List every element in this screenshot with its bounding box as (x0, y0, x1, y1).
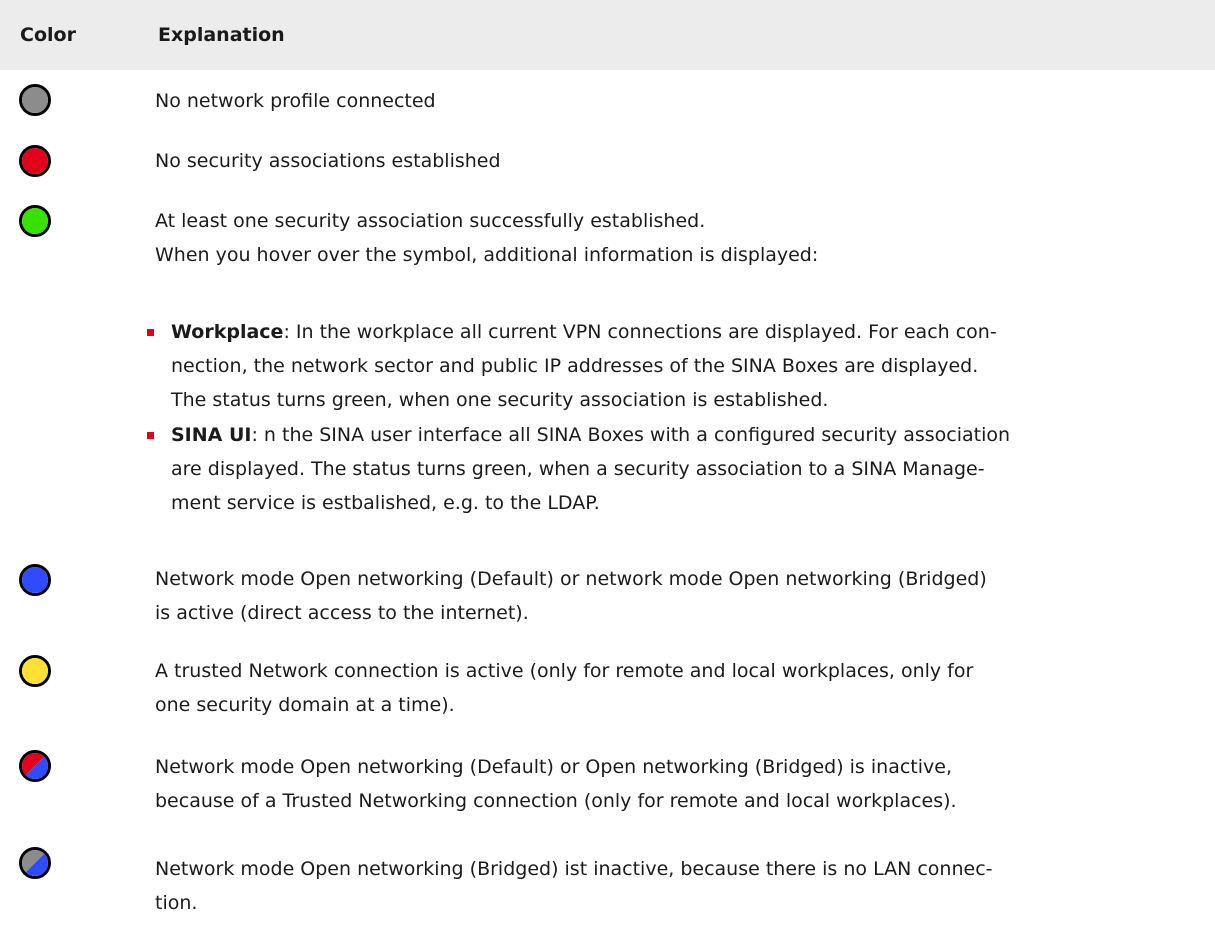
table-row-yellow: A trusted Network connection is active (… (0, 646, 1215, 742)
table-row-blue: Network mode Open networking (Default) o… (0, 554, 1215, 646)
swatch-fill (22, 658, 48, 684)
bullet-text: : In the workplace all current VPN conne… (283, 321, 997, 343)
gray-status-icon (19, 84, 51, 116)
bullet-text: : n the SINA user interface all SINA Box… (251, 424, 1011, 446)
swatch-fill (22, 148, 48, 174)
explanation-line: one security domain at a time). (155, 694, 455, 716)
row-explanation: Network mode Open networking (Default) o… (155, 750, 1195, 818)
swatch-fill (22, 208, 48, 234)
yellow-status-icon (19, 655, 51, 687)
explanation-line: is active (direct access to the internet… (155, 602, 529, 624)
gray-blue-status-icon (19, 847, 51, 879)
swatch-fill (22, 567, 48, 593)
bullet-term: Workplace (171, 321, 284, 343)
table-row-red: No security associations established (0, 130, 1215, 190)
explanation-line: No network profile connected (155, 90, 436, 112)
explanation-line: A trusted Network connection is active (… (155, 660, 974, 682)
bullet-square-icon (147, 432, 154, 439)
table-row-gray: No network profile connected (0, 70, 1215, 130)
table-row-green: At least one security association succes… (0, 190, 1215, 554)
bullet-term: SINA UI (171, 424, 252, 446)
bullet-text: nection, the network sector and public I… (171, 355, 979, 377)
explanation-line: When you hover over the symbol, addition… (155, 244, 819, 266)
swatch-fill (22, 87, 48, 113)
explanation-line: Network mode Open networking (Default) o… (155, 568, 987, 590)
bullet-text: are displayed. The status turns green, w… (171, 458, 985, 480)
bullet-text: ment service is estbalished, e.g. to the… (171, 492, 600, 514)
hover-info-list: Workplace: In the workplace all current … (145, 315, 1195, 520)
bullet-square-icon (147, 329, 154, 336)
status-color-legend-table: Color Explanation No network profile con… (0, 0, 1215, 914)
row-explanation: Network mode Open networking (Bridged) i… (155, 852, 1195, 920)
list-item-workplace: Workplace: In the workplace all current … (145, 315, 1195, 417)
green-status-icon (19, 205, 51, 237)
table-header-row: Color Explanation (0, 0, 1215, 70)
row-explanation: No network profile connected (155, 84, 1195, 118)
row-explanation: At least one security association succes… (155, 204, 1195, 272)
explanation-line: Network mode Open networking (Default) o… (155, 756, 952, 778)
table-row-gray-blue: Network mode Open networking (Bridged) i… (0, 838, 1215, 934)
list-item-sina-ui: SINA UI: n the SINA user interface all S… (145, 418, 1195, 520)
blue-status-icon (19, 564, 51, 596)
red-status-icon (19, 145, 51, 177)
explanation-column-header: Explanation (158, 24, 285, 46)
table-row-red-blue: Network mode Open networking (Default) o… (0, 742, 1215, 838)
explanation-line: At least one security association succes… (155, 210, 706, 232)
red-blue-status-icon (19, 750, 51, 782)
explanation-line: Network mode Open networking (Bridged) i… (155, 858, 993, 880)
bullet-text: The status turns green, when one securit… (171, 389, 829, 411)
row-explanation: No security associations established (155, 144, 1195, 178)
row-explanation: A trusted Network connection is active (… (155, 654, 1195, 722)
row-explanation: Network mode Open networking (Default) o… (155, 562, 1195, 630)
explanation-line: tion. (155, 892, 198, 914)
color-column-header: Color (20, 24, 76, 46)
explanation-line: No security associations established (155, 150, 501, 172)
explanation-line: because of a Trusted Networking connecti… (155, 790, 957, 812)
